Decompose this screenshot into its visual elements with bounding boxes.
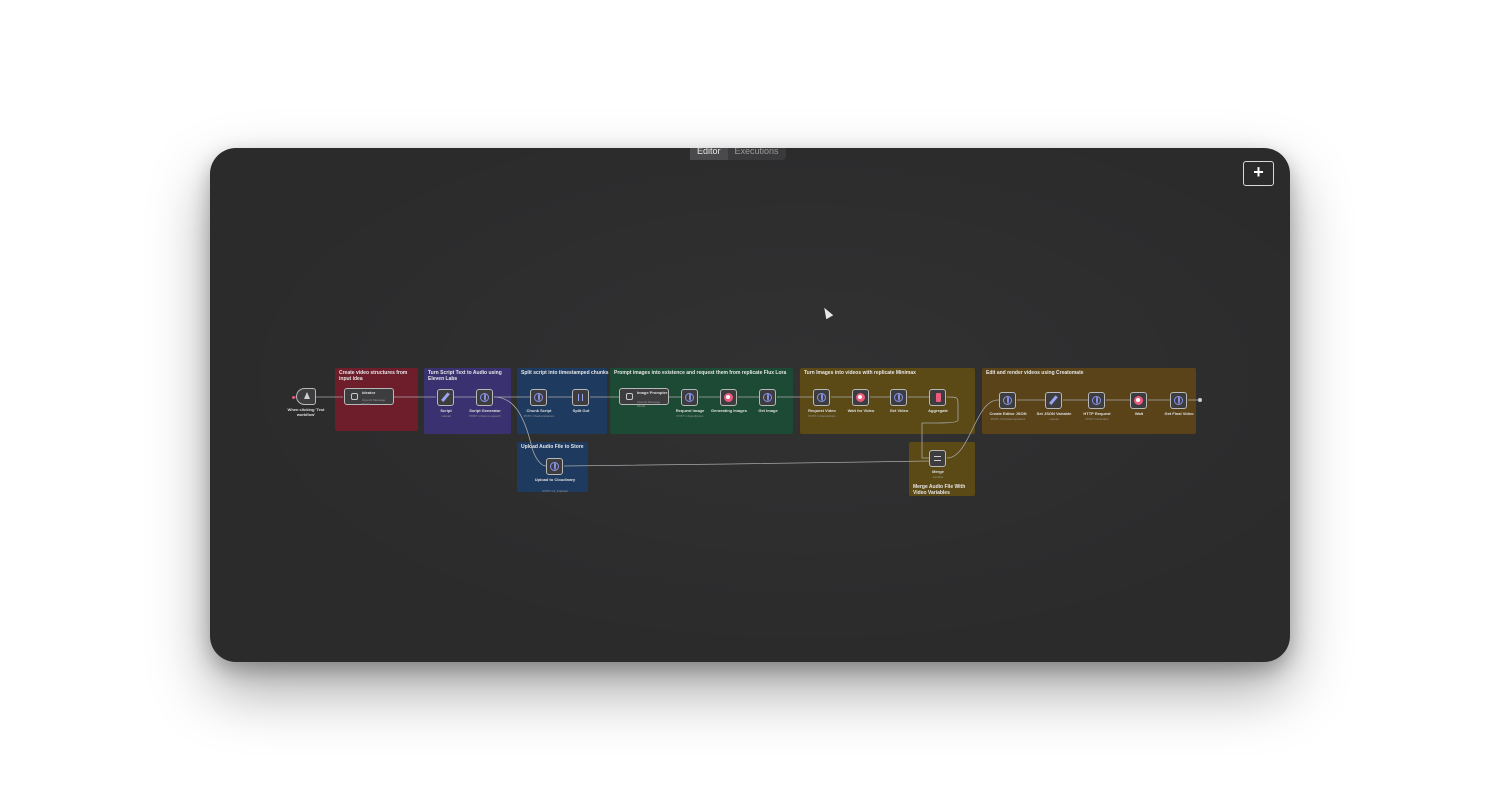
get-image-node[interactable]	[759, 389, 776, 406]
wait-label: Wait	[1134, 411, 1144, 416]
globe-icon	[534, 393, 543, 402]
globe-icon	[763, 393, 772, 402]
chunk-script-sub: POST: /chat/completions	[523, 414, 555, 418]
manual-trigger-node[interactable]	[296, 388, 316, 405]
aggregate-icon	[936, 393, 941, 402]
split-out-node[interactable]	[572, 389, 589, 406]
wait-for-video-node[interactable]	[852, 389, 869, 406]
http-request-label: HTTP Request	[1083, 411, 1111, 416]
request-image-sub: POST: /v1/predictions	[676, 414, 704, 418]
chunk-script-label: Chunk Script	[526, 408, 552, 413]
script-generator-sub: POST: /v1/text-to-speech	[469, 414, 501, 418]
globe-icon	[550, 462, 559, 471]
wait-stop-icon	[1134, 396, 1143, 405]
script-label: Script	[440, 408, 452, 413]
pen-icon	[441, 393, 450, 402]
script-generator-node[interactable]	[476, 389, 493, 406]
request-video-node[interactable]	[813, 389, 830, 406]
get-image-label: Get Image	[758, 408, 778, 413]
openai-icon	[350, 392, 359, 401]
merge-icon	[933, 454, 942, 463]
get-final-video-label: Get Final Video	[1164, 411, 1194, 416]
upload-cloudinary-sub: POST: /v1_1/upload	[542, 489, 568, 493]
http-request-sub: POST: /v1/renders	[1085, 417, 1109, 421]
split-out-label: Split Out	[572, 408, 590, 413]
create-editor-json-sub: POST: /v1/chat/completions	[990, 417, 1026, 421]
upload-cloudinary-node[interactable]	[546, 458, 563, 475]
set-json-variable-label: Set JSON Variable	[1036, 411, 1072, 416]
split-icon	[576, 393, 585, 402]
globe-icon	[894, 393, 903, 402]
aggregate-label: Aggregate	[928, 408, 948, 413]
globe-icon	[480, 393, 489, 402]
pen-icon	[1049, 396, 1058, 405]
image-prompter-node[interactable]: Image Prompter OpenAI Message Model	[619, 388, 669, 408]
get-video-node[interactable]	[890, 389, 907, 406]
aggregate-node[interactable]	[929, 389, 946, 406]
openai-icon	[625, 392, 634, 401]
generating-images-node[interactable]	[720, 389, 737, 406]
ideator-node[interactable]: Ideator OpenAI Message Model	[344, 388, 394, 406]
trigger-label: When clicking 'Test workflow'	[287, 407, 325, 417]
create-editor-json-node[interactable]	[999, 392, 1016, 409]
set-json-variable-node[interactable]	[1045, 392, 1062, 409]
upload-cloudinary-label: Upload to Cloudinary	[534, 477, 576, 482]
merge-node[interactable]	[929, 450, 946, 467]
chunk-script-node[interactable]	[530, 389, 547, 406]
image-prompter-label: Image Prompter	[637, 390, 668, 395]
ideator-sub: OpenAI Message Model	[362, 398, 386, 406]
wait-stop-icon	[856, 393, 865, 402]
wait-stop-icon	[724, 393, 733, 402]
globe-icon	[1092, 396, 1101, 405]
create-editor-json-label: Create Editor JSON	[989, 411, 1027, 416]
set-json-variable-sub: manual	[1049, 417, 1059, 421]
globe-icon	[1174, 396, 1183, 405]
script-node[interactable]	[437, 389, 454, 406]
request-video-sub: POST: /v1/predictions	[808, 414, 836, 418]
get-video-label: Get Video	[889, 408, 909, 413]
wait-node[interactable]	[1130, 392, 1147, 409]
globe-icon	[1003, 396, 1012, 405]
workflow-editor-window: Editor Executions + Create video structu…	[210, 148, 1290, 662]
request-image-label: Request Image	[675, 408, 705, 413]
ideator-label: Ideator	[362, 390, 376, 395]
merge-label: Merge	[932, 469, 944, 474]
http-request-node[interactable]	[1088, 392, 1105, 409]
script-sub: manual	[441, 414, 451, 418]
request-image-node[interactable]	[681, 389, 698, 406]
globe-icon	[817, 393, 826, 402]
merge-sub: combine	[932, 475, 944, 479]
generating-images-label: Generating Images	[710, 408, 747, 413]
globe-icon	[685, 393, 694, 402]
script-generator-label: Script Generator	[469, 408, 501, 413]
get-final-video-node[interactable]	[1170, 392, 1187, 409]
request-video-label: Request Video	[808, 408, 836, 413]
trigger-bolt-icon	[292, 396, 295, 399]
image-prompter-sub: OpenAI Message Model	[637, 400, 661, 408]
